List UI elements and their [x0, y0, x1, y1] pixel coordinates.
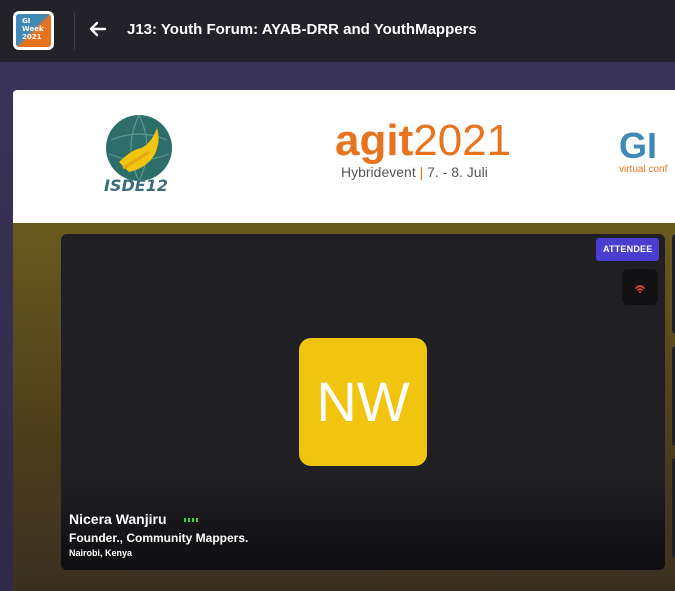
agit-separator: |	[419, 164, 424, 180]
logo-line-2: Week	[22, 25, 44, 33]
agit-dates: 7. - 8. Juli	[427, 164, 488, 180]
gi-week-logo[interactable]: GI Week 2021	[13, 11, 54, 50]
isde-label: ISDE12	[104, 176, 168, 195]
attendee-badge: ATTENDEE	[596, 238, 660, 261]
agit-event-type: Hybridevent	[341, 164, 416, 180]
gi-logo: GI virtual conf	[619, 125, 668, 176]
back-button[interactable]	[88, 19, 110, 41]
sponsor-banner: ISDE12 agit2021 Hybridevent | 7. - 8. Ju…	[13, 90, 675, 223]
topbar-divider	[74, 12, 75, 50]
gi-week-logo-mark: GI Week 2021	[16, 14, 51, 47]
arrow-left-icon	[89, 21, 107, 37]
weak-signal-icon	[635, 285, 645, 293]
connection-status-button[interactable]	[622, 269, 658, 305]
agit-wordmark: agit	[335, 116, 414, 165]
participant-role: Founder., Community Mappers.	[69, 531, 249, 545]
participant-location: Nairobi, Kenya	[69, 548, 133, 558]
participant-avatar: NW	[299, 338, 427, 466]
page-title: J13: Youth Forum: AYAB-DRR and YouthMapp…	[127, 21, 477, 38]
gi-subtitle: virtual conf	[619, 164, 668, 175]
gi-wordmark: GI	[619, 125, 658, 166]
logo-line-1: GI	[22, 17, 31, 25]
top-bar: GI Week 2021 J13: Youth Forum: AYAB-DRR …	[0, 0, 675, 62]
logo-line-3: 2021	[22, 33, 42, 41]
audio-level-icon	[184, 518, 198, 522]
participant-name: Nicera Wanjiru	[69, 511, 167, 527]
agit-year: 2021	[413, 116, 512, 165]
agit-logo: agit2021 Hybridevent | 7. - 8. Juli	[335, 119, 511, 181]
